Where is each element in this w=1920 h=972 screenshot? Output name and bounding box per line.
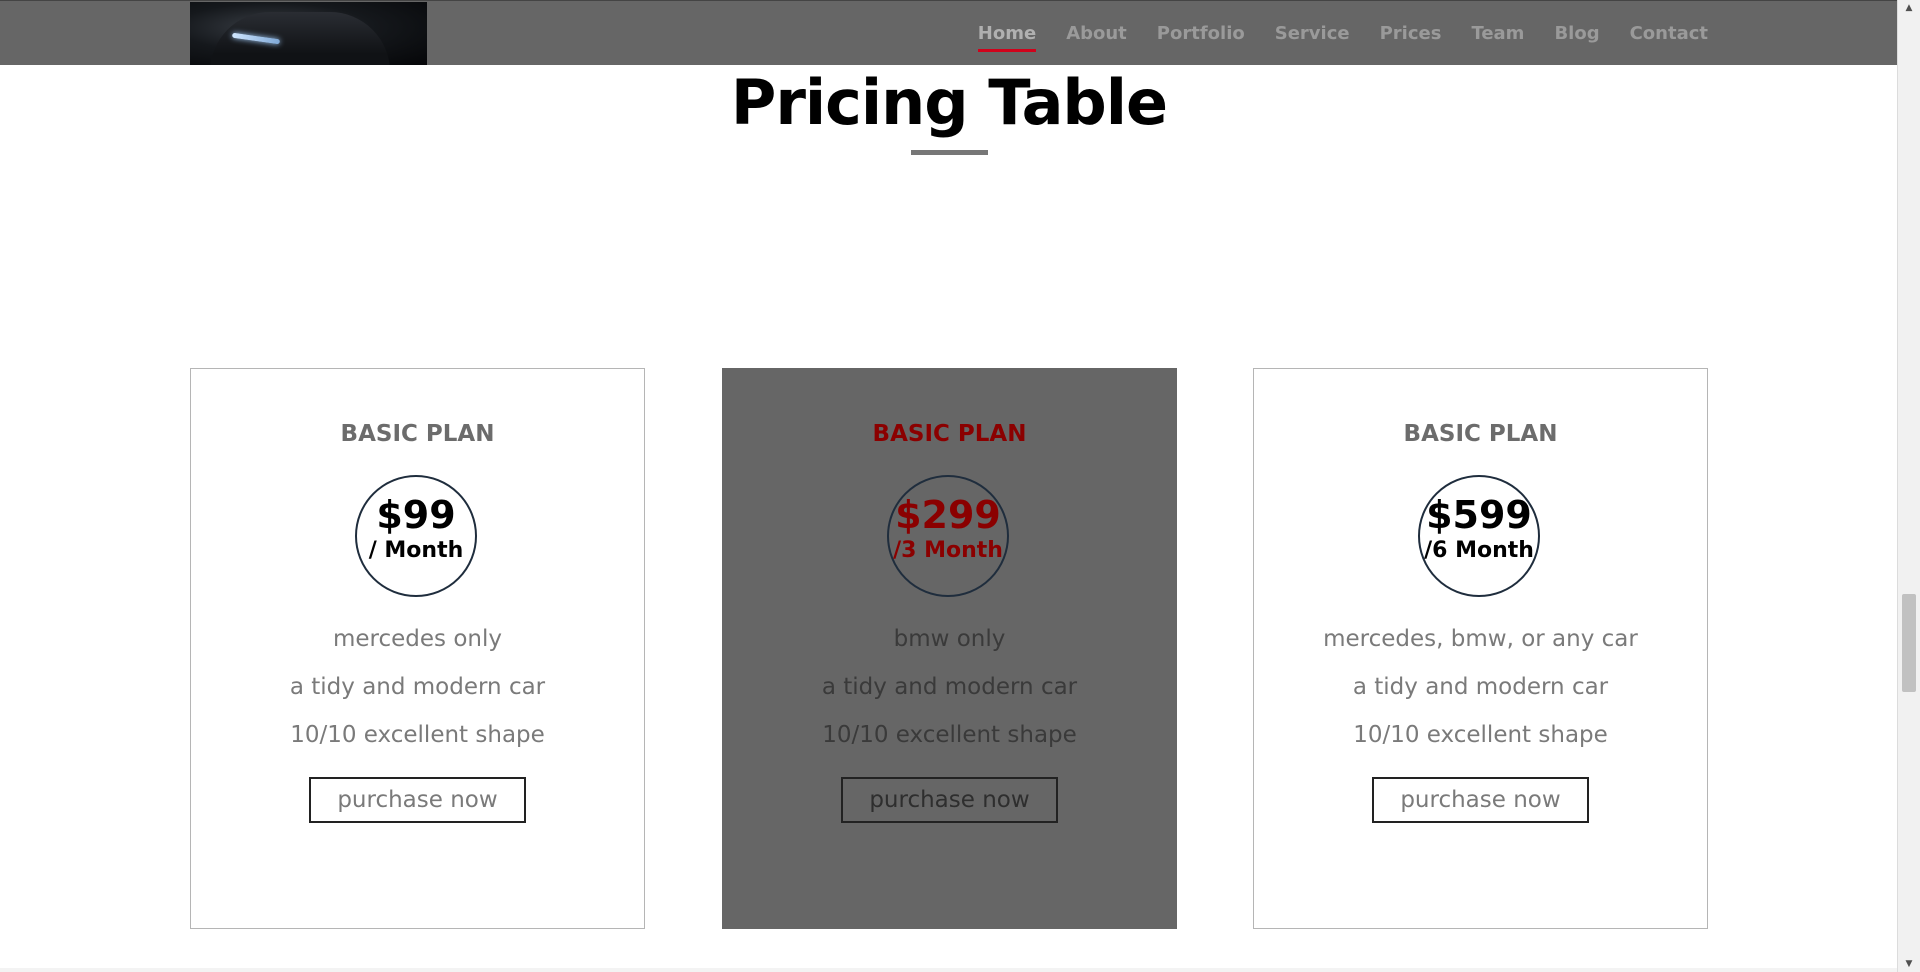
title-underline — [911, 150, 988, 155]
feature-item: bmw only — [893, 626, 1006, 652]
feature-item: 10/10 excellent shape — [290, 722, 545, 748]
feature-item: a tidy and modern car — [821, 674, 1078, 700]
price-period: /6 Month — [1424, 538, 1534, 563]
price-period: / Month — [368, 538, 464, 563]
nav-item-contact[interactable]: Contact — [1630, 23, 1708, 44]
page: Home About Portfolio Service Prices Team… — [0, 0, 1920, 972]
feature-item: 10/10 excellent shape — [1353, 722, 1608, 748]
pricing-card-premium: BASIC PLAN $599 /6 Month mercedes, bmw, … — [1253, 368, 1708, 929]
vertical-scrollbar[interactable]: ▲ ▼ — [1897, 0, 1920, 972]
nav-item-portfolio[interactable]: Portfolio — [1157, 23, 1245, 44]
car-silhouette — [210, 12, 390, 65]
feature-list: mercedes only a tidy and modern car 10/1… — [191, 623, 644, 767]
nav-menu: Home About Portfolio Service Prices Team… — [948, 1, 1708, 65]
price-circle: $99 / Month — [355, 475, 477, 597]
price-amount: $99 — [376, 493, 456, 537]
feature-list: bmw only a tidy and modern car 10/10 exc… — [723, 623, 1176, 767]
price-period: /3 Month — [893, 538, 1003, 563]
feature-list: mercedes, bmw, or any car a tidy and mod… — [1254, 623, 1707, 767]
logo-car-image[interactable] — [190, 2, 427, 65]
plan-name: BASIC PLAN — [1403, 421, 1558, 447]
triangle-down-icon[interactable]: ▼ — [1898, 956, 1920, 972]
plan-name: BASIC PLAN — [872, 421, 1027, 447]
purchase-button[interactable]: purchase now — [309, 777, 526, 823]
price-amount: $299 — [895, 493, 1001, 537]
plan-name: BASIC PLAN — [340, 421, 495, 447]
feature-item: 10/10 excellent shape — [822, 722, 1077, 748]
nav-item-home[interactable]: Home — [977, 23, 1037, 52]
feature-item: a tidy and modern car — [289, 674, 546, 700]
pricing-card-basic: BASIC PLAN $99 / Month mercedes only a t… — [190, 368, 645, 929]
navbar: Home About Portfolio Service Prices Team… — [0, 0, 1898, 65]
triangle-up-icon[interactable]: ▲ — [1898, 0, 1920, 16]
price-amount: $599 — [1426, 493, 1532, 537]
feature-item: mercedes, bmw, or any car — [1323, 626, 1638, 652]
purchase-button[interactable]: purchase now — [1372, 777, 1589, 823]
nav-item-blog[interactable]: Blog — [1554, 23, 1599, 44]
nav-item-prices[interactable]: Prices — [1380, 23, 1442, 44]
price-circle: $599 /6 Month — [1418, 475, 1540, 597]
price-circle: $299 /3 Month — [887, 475, 1009, 597]
next-section-edge — [0, 968, 1898, 972]
nav-item-team[interactable]: Team — [1471, 23, 1524, 44]
purchase-button[interactable]: purchase now — [841, 777, 1058, 823]
section-title: Pricing Table — [730, 66, 1168, 139]
nav-item-service[interactable]: Service — [1275, 23, 1350, 44]
feature-item: mercedes only — [333, 626, 502, 652]
pricing-card-featured: BASIC PLAN $299 /3 Month bmw only a tidy… — [722, 368, 1177, 929]
feature-item: a tidy and modern car — [1352, 674, 1609, 700]
nav-item-about[interactable]: About — [1066, 23, 1127, 44]
scrollbar-thumb[interactable] — [1902, 594, 1916, 692]
